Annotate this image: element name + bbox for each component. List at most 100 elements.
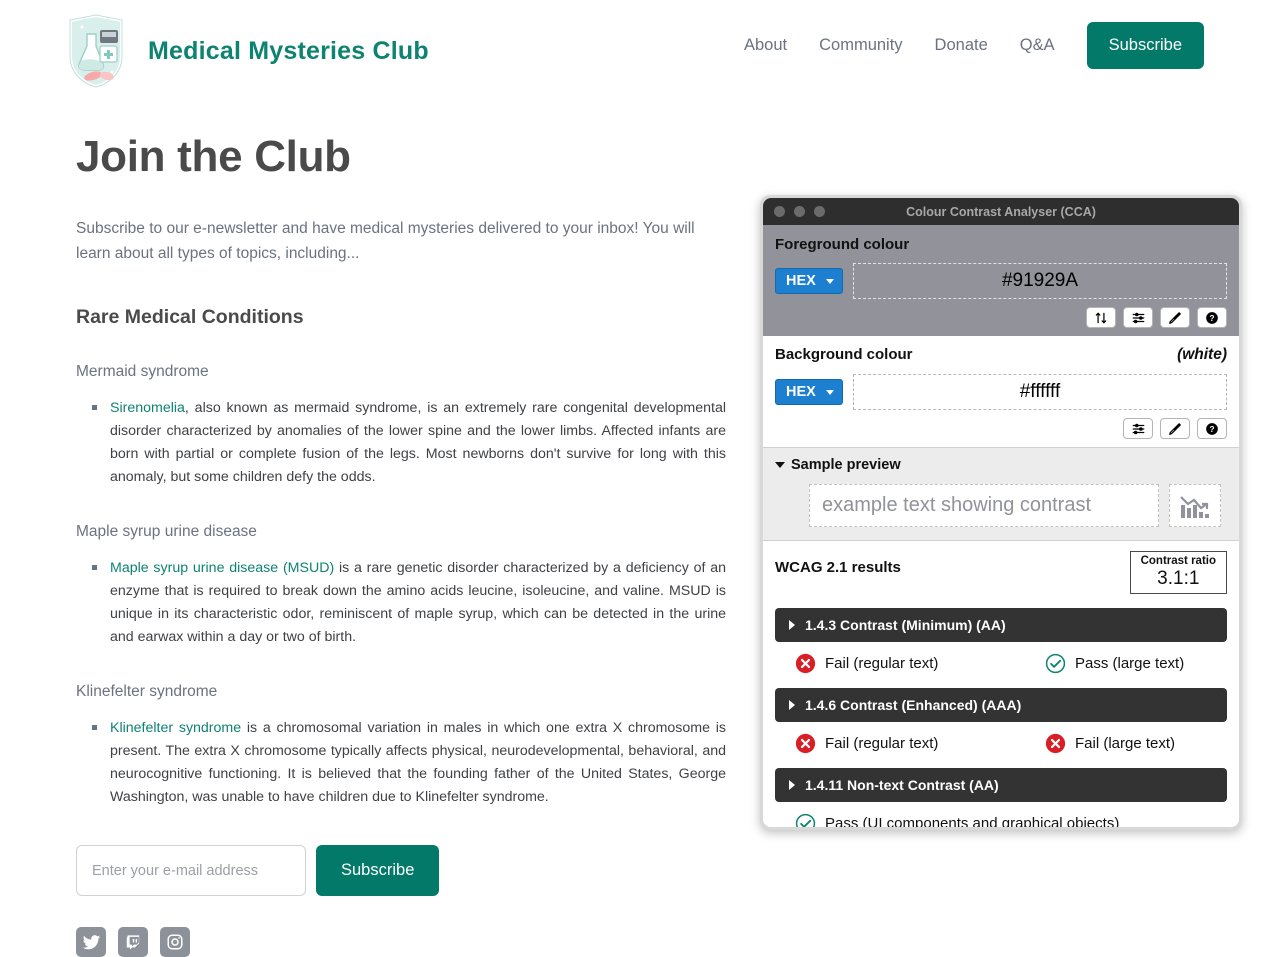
subscribe-button[interactable]: Subscribe — [316, 845, 440, 897]
cca-window-inner: Colour Contrast Analyser (CCA) Foregroun… — [763, 198, 1239, 827]
window-controls — [774, 206, 825, 217]
condition-heading-klinefelter: Klinefelter syndrome — [76, 683, 218, 701]
cca-titlebar[interactable]: Colour Contrast Analyser (CCA) — [763, 198, 1239, 225]
sample-preview-body: example text showing contrast — [775, 484, 1227, 527]
chevron-right-icon — [789, 780, 795, 791]
brand-title: Medical Mysteries Club — [148, 36, 429, 65]
result-item: Fail (regular text) — [795, 653, 1045, 674]
wcag-results-title: WCAG 2.1 results — [775, 559, 901, 576]
condition-heading-mermaid: Mermaid syndrome — [76, 363, 209, 381]
criterion-146-results: Fail (regular text) Fail (large text) — [775, 733, 1227, 754]
main-content: Join the Club Subscribe to our e-newslet… — [76, 132, 726, 957]
result-item: Fail (regular text) — [795, 733, 1045, 754]
foreground-color-row: HEX — [775, 263, 1227, 299]
criterion-label: 1.4.3 Contrast (Minimum) (AA) — [805, 617, 1006, 634]
minimize-icon[interactable] — [794, 206, 805, 217]
result-text: Fail (regular text) — [825, 655, 939, 673]
pass-icon — [795, 814, 816, 827]
fail-icon — [795, 734, 816, 754]
condition-heading-msud: Maple syrup urine disease — [76, 523, 257, 541]
result-text: Pass (large text) — [1075, 655, 1185, 673]
brand[interactable]: Medical Mysteries Club — [60, 12, 429, 90]
wcag-results-section: WCAG 2.1 results Contrast ratio 3.1:1 1.… — [763, 541, 1239, 827]
svg-text:?: ? — [1210, 313, 1215, 322]
background-section: Background colour (white) HEX #ffffff ? — [763, 336, 1239, 448]
contrast-ratio-box: Contrast ratio 3.1:1 — [1129, 551, 1227, 595]
email-field[interactable] — [76, 845, 306, 897]
chevron-right-icon — [789, 620, 795, 631]
condition-link-sirenomelia[interactable]: Sirenomelia — [110, 400, 185, 416]
sliders-icon[interactable] — [1123, 418, 1153, 439]
condition-link-msud[interactable]: Maple syrup urine disease (MSUD) — [110, 560, 334, 576]
twitter-icon[interactable] — [76, 927, 106, 957]
background-format-select[interactable]: HEX — [775, 379, 843, 405]
criterion-143-results: Fail (regular text) Pass (large text) — [775, 653, 1227, 674]
wcag-results-header: WCAG 2.1 results Contrast ratio 3.1:1 — [775, 551, 1227, 595]
main-navigation: About Community Donate Q&A Subscribe — [728, 22, 1204, 69]
background-color-input[interactable] — [853, 374, 1227, 410]
foreground-tools: ? — [775, 307, 1227, 328]
cca-window-title: Colour Contrast Analyser (CCA) — [906, 204, 1096, 219]
eyedropper-icon[interactable] — [1160, 307, 1190, 328]
contrast-ratio-label: Contrast ratio — [1140, 555, 1216, 567]
foreground-header: Foreground colour — [775, 236, 1227, 253]
criterion-1411[interactable]: 1.4.11 Non-text Contrast (AA) — [775, 768, 1227, 803]
condition-list-mermaid: Sirenomelia, also known as mermaid syndr… — [76, 397, 726, 489]
sample-preview-text[interactable]: example text showing contrast — [809, 484, 1159, 527]
result-text: Pass (UI components and graphical object… — [825, 815, 1120, 827]
criterion-143[interactable]: 1.4.3 Contrast (Minimum) (AA) — [775, 608, 1227, 643]
criterion-1411-results: Pass (UI components and graphical object… — [775, 813, 1227, 827]
contrast-ratio-value: 3.1:1 — [1157, 568, 1200, 590]
instagram-icon[interactable] — [160, 927, 190, 957]
fail-icon — [1045, 734, 1066, 754]
criterion-label: 1.4.6 Contrast (Enhanced) (AAA) — [805, 697, 1022, 714]
list-item: Klinefelter syndrome is a chromosomal va… — [92, 717, 726, 809]
sample-preview-header[interactable]: Sample preview — [775, 457, 1227, 473]
background-note: (white) — [1177, 346, 1227, 363]
condition-text: Sirenomelia, also known as mermaid syndr… — [110, 397, 726, 489]
condition-list-klinefelter: Klinefelter syndrome is a chromosomal va… — [76, 717, 726, 809]
chevron-down-icon — [775, 462, 785, 468]
foreground-format-select[interactable]: HEX — [775, 268, 843, 294]
nav-subscribe-button[interactable]: Subscribe — [1086, 22, 1204, 69]
sample-preview-label: Sample preview — [791, 457, 901, 473]
foreground-color-input[interactable] — [853, 263, 1227, 299]
sample-preview-graphic — [1169, 484, 1221, 527]
foreground-label: Foreground colour — [775, 236, 910, 253]
club-logo-icon — [60, 12, 132, 90]
cca-window: Colour Contrast Analyser (CCA) Foregroun… — [760, 195, 1242, 830]
result-item: Fail (large text) — [1045, 733, 1175, 754]
nav-item-community[interactable]: Community — [803, 36, 918, 55]
maximize-icon[interactable] — [814, 206, 825, 217]
intro-paragraph: Subscribe to our e-newsletter and have m… — [76, 220, 695, 263]
list-item: Sirenomelia, also known as mermaid syndr… — [92, 397, 726, 489]
condition-link-klinefelter[interactable]: Klinefelter syndrome — [110, 720, 241, 736]
eyedropper-icon[interactable] — [1160, 418, 1190, 439]
social-links — [76, 927, 726, 957]
criterion-label: 1.4.11 Non-text Contrast (AA) — [805, 777, 999, 794]
swap-icon[interactable] — [1086, 307, 1116, 328]
subscribe-form: Subscribe — [76, 845, 726, 897]
close-icon[interactable] — [774, 206, 785, 217]
nav-item-about[interactable]: About — [728, 36, 803, 55]
site-header: Medical Mysteries Club About Community D… — [0, 0, 1275, 98]
page-title: Join the Club — [76, 132, 351, 181]
nav-item-donate[interactable]: Donate — [919, 36, 1004, 55]
chevron-right-icon — [789, 700, 795, 711]
help-icon[interactable]: ? — [1197, 307, 1227, 328]
result-item: Pass (UI components and graphical object… — [795, 813, 1119, 827]
fail-icon — [795, 654, 816, 674]
sample-preview-section: Sample preview example text showing cont… — [763, 448, 1239, 541]
criterion-146[interactable]: 1.4.6 Contrast (Enhanced) (AAA) — [775, 688, 1227, 723]
twitch-icon[interactable] — [118, 927, 148, 957]
nav-item-qa[interactable]: Q&A — [1004, 36, 1071, 55]
foreground-format-select-wrap: HEX — [775, 268, 843, 294]
result-text: Fail (regular text) — [825, 735, 939, 753]
section-title: Rare Medical Conditions — [76, 306, 304, 329]
background-color-row: HEX — [775, 374, 1227, 410]
help-icon[interactable]: ? — [1197, 418, 1227, 439]
sliders-icon[interactable] — [1123, 307, 1153, 328]
background-header: Background colour (white) — [775, 346, 1227, 364]
pass-icon — [1045, 654, 1066, 674]
condition-body: , also known as mermaid syndrome, is an … — [110, 400, 726, 486]
